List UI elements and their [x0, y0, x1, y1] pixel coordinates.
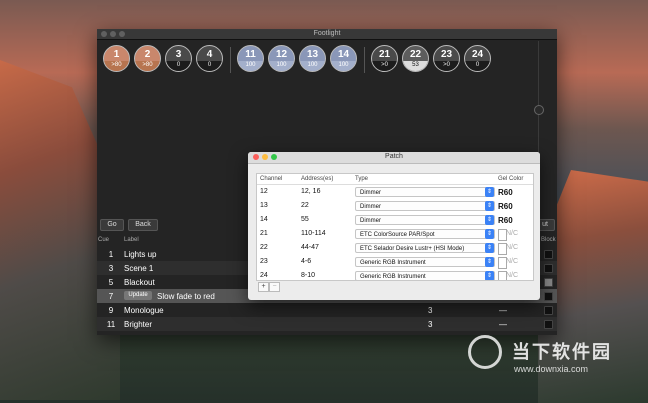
chevron-updown-icon: ⇕ — [485, 243, 494, 253]
patch-titlebar: Patch — [248, 152, 540, 164]
type-select[interactable]: Generic RGB Instrument ⇕ — [355, 257, 495, 267]
patch-window: Patch Channel Address(es) Type Gel Color… — [248, 152, 540, 300]
type-select[interactable]: Dimmer ⇕ — [355, 215, 495, 225]
table-row[interactable]: 23 4-6 Generic RGB Instrument ⇕ N/C — [257, 255, 533, 269]
table-row[interactable]: 21 110-114 ETC ColorSource PAR/Spot ⇕ N/C — [257, 227, 533, 241]
type-column-header: Type — [355, 176, 369, 182]
chevron-updown-icon: ⇕ — [485, 257, 494, 267]
block-checkbox[interactable] — [544, 320, 553, 329]
chevron-updown-icon: ⇕ — [485, 187, 494, 197]
table-row[interactable]: 14 55 Dimmer ⇕ R60 — [257, 213, 533, 227]
gel-swatch[interactable] — [498, 257, 507, 269]
chevron-updown-icon: ⇕ — [485, 201, 494, 211]
channel-dial[interactable]: 22 53 — [402, 45, 429, 72]
channel-dial[interactable]: 30 — [165, 45, 192, 72]
channel-dial[interactable]: 23 >0 — [433, 45, 460, 72]
master-fader-knob[interactable] — [534, 105, 544, 115]
watermark: 当下软件园 www.downxia.com — [468, 335, 638, 395]
go-button[interactable]: Go — [100, 219, 124, 231]
channel-dial[interactable]: 24 0 — [464, 45, 491, 72]
gel-column-header: Gel Color — [498, 176, 524, 182]
channel-strip: 1 >80 2 >80 30 40 11 100 12 100 13 100 14 100 … — [101, 45, 553, 79]
watermark-logo-icon — [468, 335, 502, 369]
block-checkbox[interactable] — [544, 264, 553, 273]
channel-column-header: Channel — [260, 176, 283, 182]
gel-swatch[interactable] — [498, 243, 507, 255]
block-checkbox[interactable] — [544, 250, 553, 259]
back-button[interactable]: Back — [128, 219, 158, 231]
type-select[interactable]: ETC ColorSource PAR/Spot ⇕ — [355, 229, 495, 239]
type-select[interactable]: Dimmer ⇕ — [355, 187, 495, 197]
table-row[interactable]: 11 Brighter 3 — — [97, 317, 557, 331]
channel-dial[interactable]: 13 100 — [299, 45, 326, 72]
type-select[interactable]: Dimmer ⇕ — [355, 201, 495, 211]
label-column-header: Label — [124, 237, 139, 243]
watermark-url: www.downxia.com — [514, 364, 589, 374]
table-row[interactable]: 12 12, 16 Dimmer ⇕ R60 — [257, 185, 533, 199]
channel-dial[interactable]: 1 >80 — [103, 45, 130, 72]
type-select[interactable]: Generic RGB Instrument ⇕ — [355, 271, 495, 280]
add-button[interactable]: + — [258, 282, 269, 292]
gel-swatch[interactable] — [498, 229, 507, 241]
channel-dial[interactable]: 40 — [196, 45, 223, 72]
cue-column-header: Cue — [98, 237, 110, 243]
channel-dial[interactable]: 11 100 — [237, 45, 264, 72]
block-checkbox[interactable] — [544, 292, 553, 301]
channel-dial[interactable]: 2 >80 — [134, 45, 161, 72]
table-row[interactable]: 24 8-10 Generic RGB Instrument ⇕ N/C — [257, 269, 533, 280]
chevron-updown-icon: ⇕ — [485, 271, 494, 280]
remove-button[interactable]: − — [269, 282, 280, 292]
address-column-header: Address(es) — [301, 176, 334, 182]
watermark-text: 当下软件园 — [512, 342, 612, 362]
table-row[interactable]: 9 Monologue 3 — — [97, 303, 557, 317]
patch-title: Patch — [385, 153, 403, 160]
divider — [364, 47, 365, 73]
channel-dial[interactable]: 21 >0 — [371, 45, 398, 72]
divider — [230, 47, 231, 73]
type-select[interactable]: ETC Selador Desire Lustr+ (HSI Mode) ⇕ — [355, 243, 495, 253]
channel-dial[interactable]: 14 100 — [330, 45, 357, 72]
update-button[interactable]: Update — [124, 291, 152, 300]
patch-table-header: Channel Address(es) Type Gel Color — [257, 174, 533, 185]
chevron-updown-icon: ⇕ — [485, 229, 494, 239]
gel-swatch[interactable] — [498, 271, 507, 280]
channel-dial[interactable]: 12 100 — [268, 45, 295, 72]
chevron-updown-icon: ⇕ — [485, 215, 494, 225]
table-row[interactable]: 22 44-47 ETC Selador Desire Lustr+ (HSI … — [257, 241, 533, 255]
window-title: Footlight — [313, 30, 341, 37]
table-row[interactable]: 13 22 Dimmer ⇕ R60 — [257, 199, 533, 213]
block-checkbox[interactable] — [544, 306, 553, 315]
block-checkbox[interactable] — [544, 278, 553, 287]
block-column-header: Block — [541, 237, 556, 243]
titlebar: Footlight — [97, 29, 557, 40]
patch-table: Channel Address(es) Type Gel Color 12 12… — [256, 173, 534, 281]
